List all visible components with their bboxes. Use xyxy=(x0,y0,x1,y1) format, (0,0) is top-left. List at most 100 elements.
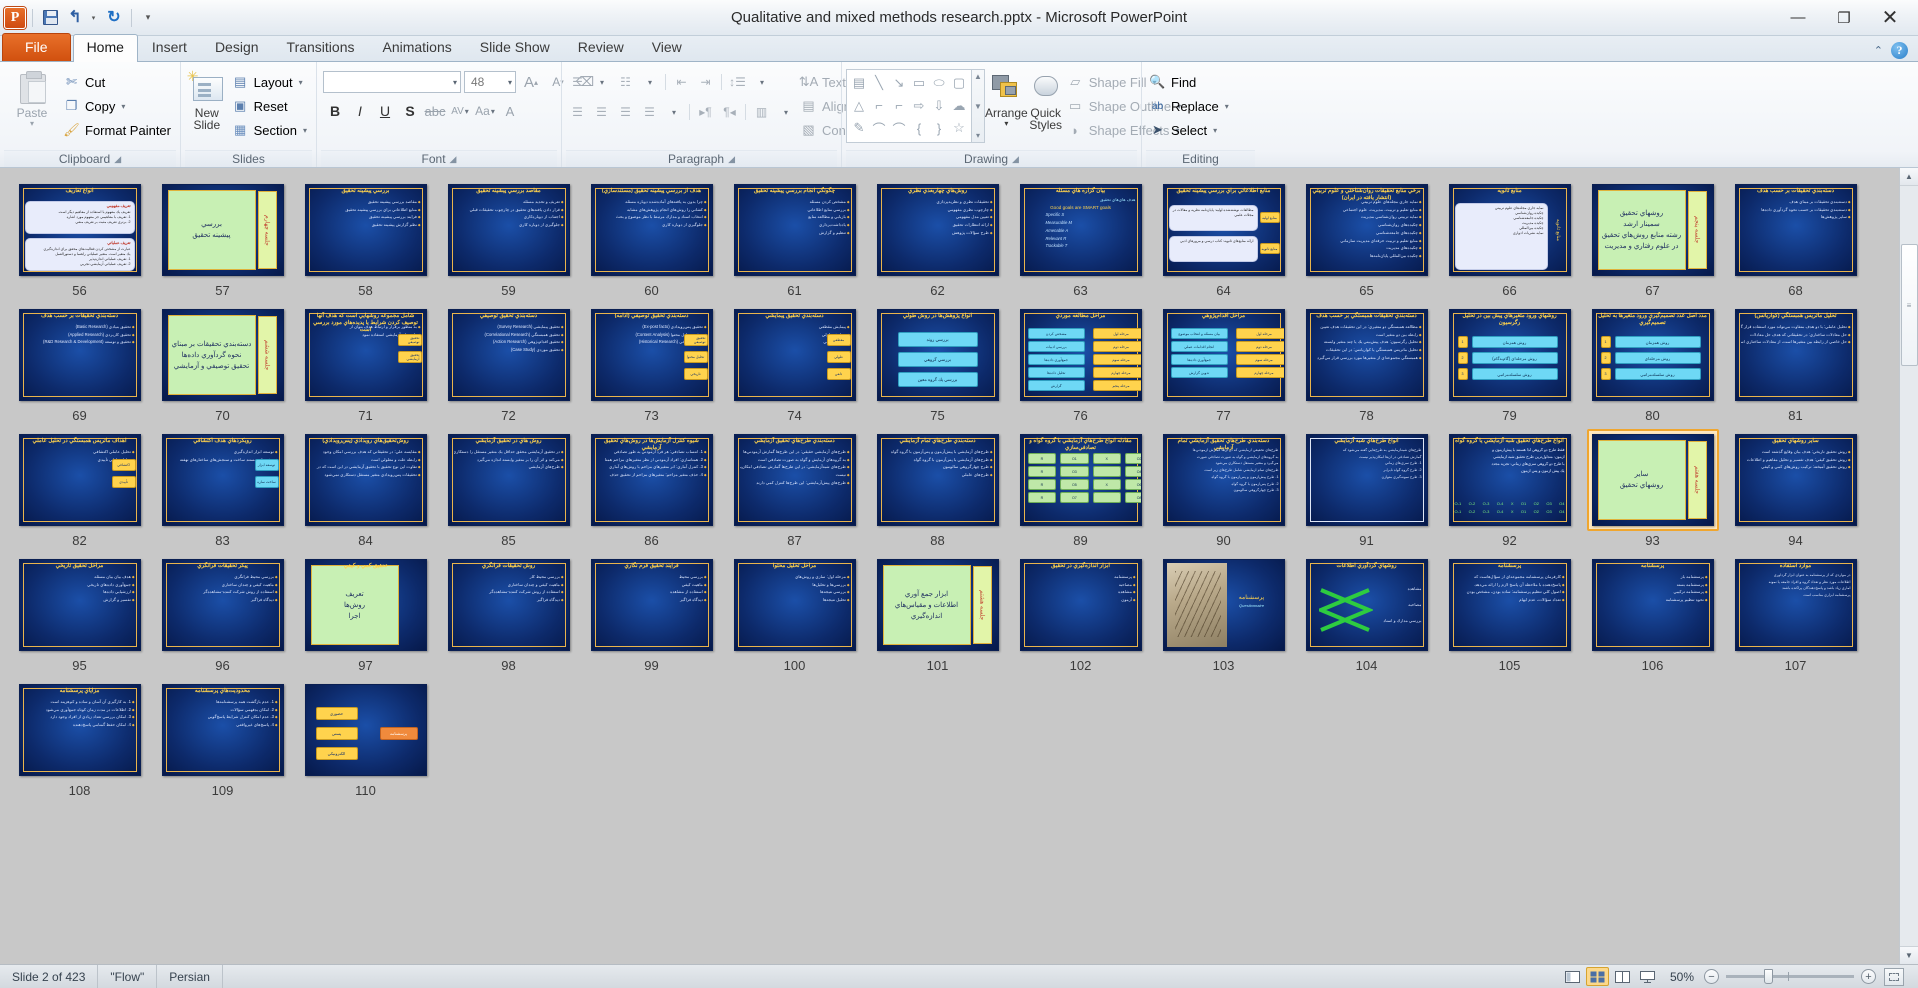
shape-line-icon[interactable]: ╲ xyxy=(869,72,889,94)
slide-thumbnail-frame[interactable]: مراحل تحليل محتوا مرحله اول: سازي و روش‌ه… xyxy=(729,554,861,656)
shadow-button[interactable]: S xyxy=(398,100,422,122)
slide-thumbnail[interactable]: مراحل اقدام‌پژوهي بيان مسئله و انتخاب موض… xyxy=(1162,309,1285,401)
slide-thumbnail-cell[interactable]: انواع پژوهش‌ها در روش طولي بررسي روند بررس… xyxy=(866,301,1009,426)
slide-thumbnail-frame[interactable]: مراحل اقدام‌پژوهي بيان مسئله و انتخاب موض… xyxy=(1158,304,1290,406)
arrange-button[interactable]: Arrange ▾ xyxy=(985,67,1028,130)
tab-animations[interactable]: Animations xyxy=(368,34,465,61)
copy-button[interactable]: ❐ Copy ▾ xyxy=(60,94,176,118)
slide-thumbnail-cell[interactable]: بررسي پيشينه تحقيق جلسه چهارم 57 xyxy=(151,176,294,301)
slide-thumbnail[interactable]: موارد استفاده در مواردي كه از پرسشنامه به… xyxy=(1734,559,1857,651)
shapes-gallery[interactable]: ▤ ╲ ↘ ▭ ⬭ ▢ △ ⌐ ⌐ ⇨ ⇩ ☁ ✎ ⌒ ⌒ { } ☆ xyxy=(846,69,972,143)
slide-thumbnail-cell[interactable]: دسته‌بندي طرح‌هاي تحقيق آزمايشي طرح‌هاي آ… xyxy=(723,426,866,551)
shape-cloud-icon[interactable]: ☁ xyxy=(949,95,969,117)
slide-thumbnail[interactable]: دسته‌بندي طرح‌هاي تمام آزمايشي طرح‌هاي آز… xyxy=(876,434,999,526)
slide-thumbnail-cell[interactable]: موارد استفاده در مواردي كه از پرسشنامه به… xyxy=(1724,551,1867,676)
slide-thumbnail-cell[interactable]: روشهاي ورود متغيرهاي پيش بين در تحليل رگ… xyxy=(1438,301,1581,426)
slide-thumbnail-frame[interactable]: منابع اطلاعاتي براي بررسي پيشينه تحقيق مط… xyxy=(1158,179,1290,281)
section-dropdown-icon[interactable]: ▾ xyxy=(303,126,307,135)
slide-thumbnail[interactable]: پرسشنامه پرسشنامه باز پرسشنامه بستهپرسشنام… xyxy=(1591,559,1714,651)
slide-thumbnail-frame[interactable]: ابزار جمع آوري اطلاعات و مقياس‌هاي اندازه‌… xyxy=(872,554,1004,656)
slide-thumbnail-frame[interactable]: شامل مجموعه روشهايي است كه هدف آنها توصي… xyxy=(300,304,432,406)
slide-thumbnail-cell[interactable]: فرايند تحقيق فرم نگاري بررسي محيط ماهيت كي… xyxy=(580,551,723,676)
slide-thumbnail-frame[interactable]: پرسشنامه Questionnaire xyxy=(1158,554,1290,656)
slide-thumbnail-cell[interactable]: روش‌تحقيق‌هاي رويدادي (پس‌رويدادي) مقايسه… xyxy=(294,426,437,551)
slide-thumbnail[interactable]: پرسشنامه Questionnaire xyxy=(1162,559,1285,651)
tab-home[interactable]: Home xyxy=(72,34,138,62)
tab-insert[interactable]: Insert xyxy=(138,34,201,61)
zoom-out-button[interactable]: − xyxy=(1704,969,1719,984)
slide-thumbnail-cell[interactable]: دسته‌بندي تحقيق توصيفي (ادامه) تحقيق پس‌ر… xyxy=(580,301,723,426)
slide-thumbnail[interactable]: چگونگي انجام بررسي پيشينه تحقيق مشخص كردن… xyxy=(733,184,856,276)
slide-thumbnail-cell[interactable]: پرسشنامه پرسشنامه باز پرسشنامه بستهپرسشنام… xyxy=(1581,551,1724,676)
format-painter-button[interactable]: 🖌 Format Painter xyxy=(60,118,176,142)
scroll-up-icon[interactable]: ▲ xyxy=(1899,168,1918,186)
cut-button[interactable]: ✄ Cut xyxy=(60,70,176,94)
slide-thumbnail-cell[interactable]: پرسشنامه كارفرمان پرسشنامه مجموعه‌اي از س… xyxy=(1438,551,1581,676)
slide-thumbnail-cell[interactable]: دسته‌بندي طرح‌هاي تحقيق آزمايشي تمام آزم… xyxy=(1152,426,1295,551)
slide-thumbnail-frame[interactable]: دسته‌بندي تحقيقات بر حسب هدف دسته‌بندي تح… xyxy=(1730,179,1862,281)
slide-thumbnail-cell[interactable]: روش‌هاي چهاربعدي نظري تحقيقات نظري و نظري… xyxy=(866,176,1009,301)
slide-thumbnail-cell[interactable]: ابزار جمع آوري اطلاعات و مقياس‌هاي اندازه‌… xyxy=(866,551,1009,676)
slide-thumbnail-cell[interactable]: محدوديت‌هاي پرسشنامه 1. عدم بازگشت همه پر… xyxy=(151,676,294,801)
slide-thumbnail[interactable]: منابع ثانويه نمايه جاري مجله‌هاي علوم ترب… xyxy=(1448,184,1571,276)
slide-thumbnail-frame[interactable]: فرايند تحقيق فرم نگاري بررسي محيط ماهيت كي… xyxy=(586,554,718,656)
zoom-in-button[interactable]: + xyxy=(1861,969,1876,984)
slide-thumbnail-frame[interactable]: ساير روشهاي تحقيق جلسه هفتم xyxy=(1586,429,1719,531)
slide-thumbnail[interactable]: مزاياي پرسشنامه 1. به كارگيري آن آسان و س… xyxy=(18,684,141,776)
slide-thumbnail-frame[interactable]: مقاصد بررسي پيشينه تحقيق تعريف و تحديد مس… xyxy=(443,179,575,281)
reading-view-button[interactable] xyxy=(1611,967,1634,986)
slide-thumbnail[interactable]: روشهاي گردآوري اطلاعات مشاهده مصاحبه بررسي… xyxy=(1305,559,1428,651)
slide-thumbnail-cell[interactable]: ساير روشهاي تحقيق جلسه هفتم 93 xyxy=(1581,426,1724,551)
slide-thumbnail[interactable]: روش‌هاي چهاربعدي نظري تحقيقات نظري و نظري… xyxy=(876,184,999,276)
increase-indent-icon[interactable]: ⇥ xyxy=(694,71,717,93)
slide-thumbnail-cell[interactable]: بيان گزاره هاي مسئله هدف هاي‌هاي تحقيق Goo… xyxy=(1009,176,1152,301)
slide-thumbnail-cell[interactable]: مقاصد بررسي پيشينه تحقيق تعريف و تحديد مس… xyxy=(437,176,580,301)
slide-thumbnail-frame[interactable]: بررسي پيشينه تحقيق جلسه چهارم xyxy=(157,179,289,281)
slide-thumbnail-cell[interactable]: دسته‌بندي تحقيقات بر حسب هدف دسته‌بندي تح… xyxy=(1724,176,1867,301)
slide-thumbnail[interactable]: دسته‌بندي تحقيقات بر حسب هدف تحقيق بنيادي… xyxy=(18,309,141,401)
shape-curve-icon[interactable]: ⌒ xyxy=(869,117,889,139)
slide-sorter-view-button[interactable] xyxy=(1585,967,1609,986)
slide-thumbnail[interactable]: انواع طرح‌هاي شبه آزمايشي طرح‌هاي شبه‌آزم… xyxy=(1305,434,1428,526)
slide-thumbnail[interactable]: بررسي پيشينه تحقيق جلسه چهارم xyxy=(161,184,284,276)
slide-thumbnail-cell[interactable]: پرسشنامه Questionnaire 103 xyxy=(1152,551,1295,676)
minimize-button[interactable]: — xyxy=(1776,4,1820,32)
slide-sorter-pane[interactable]: انواع تعاريف تعريف مفهومي تعريف يك مفهوم ب… xyxy=(0,168,1899,964)
select-button[interactable]: ➤ Select ▾ xyxy=(1146,118,1234,142)
zoom-percentage[interactable]: 50% xyxy=(1660,970,1704,984)
slide-thumbnail-cell[interactable]: روشهاي گردآوري اطلاعات مشاهده مصاحبه بررسي… xyxy=(1295,551,1438,676)
restore-button[interactable]: ❐ xyxy=(1822,4,1866,32)
clipboard-dialog-launcher[interactable]: ◢ xyxy=(114,154,121,165)
tab-design[interactable]: Design xyxy=(201,34,273,61)
slide-thumbnail[interactable]: دسته‌بندي طرح‌هاي تحقيق آزمايشي طرح‌هاي آ… xyxy=(733,434,856,526)
new-slide-button[interactable]: ✳ New Slide xyxy=(185,67,229,131)
italic-button[interactable]: I xyxy=(348,100,372,122)
slide-thumbnail-cell[interactable]: روش تحقيقات فرانگري بررسي محيط كار ماهيت ك… xyxy=(437,551,580,676)
slide-thumbnail-cell[interactable]: تحليل ماتريس همبستگي (كواريانس) تحليل عام… xyxy=(1724,301,1867,426)
slide-thumbnail-frame[interactable]: محدوديت‌هاي پرسشنامه 1. عدم بازگشت همه پر… xyxy=(157,679,289,781)
quick-styles-button[interactable]: Quick Styles xyxy=(1028,67,1064,131)
slide-thumbnail-frame[interactable]: مزاياي پرسشنامه 1. به كارگيري آن آسان و س… xyxy=(14,679,146,781)
slide-thumbnail[interactable]: اهداف ماتريس همبستگي در تحليل عاملي تحليل… xyxy=(18,434,141,526)
vertical-scrollbar[interactable]: ▲ ≡ ▼ xyxy=(1899,168,1918,964)
font-name-combo[interactable]: ▾ xyxy=(323,71,461,93)
slide-thumbnail[interactable]: دسته‌بندي تحقيق پيمايشيپيمايش مقطعيپيماي… xyxy=(733,309,856,401)
quick-access-toolbar[interactable]: P ↰ ▾ ↻ ▾ xyxy=(0,0,160,35)
decrease-indent-icon[interactable]: ⇤ xyxy=(670,71,693,93)
slide-thumbnail-frame[interactable]: ابزار اندازه‌گيري در تحقيق پرسشنامه مصاحبه… xyxy=(1015,554,1147,656)
slide-thumbnail-frame[interactable]: دسته‌بندي تحقيقات بر مبناي نحوه گردآوري … xyxy=(157,304,289,406)
shape-right-arrow-icon[interactable]: ⇨ xyxy=(909,95,929,117)
undo-icon[interactable]: ↰ xyxy=(64,7,86,29)
slide-thumbnail-frame[interactable]: پرسشنامه پرسشنامه باز پرسشنامه بستهپرسشنام… xyxy=(1587,554,1719,656)
shape-right-brace-icon[interactable]: } xyxy=(929,117,949,139)
font-size-combo[interactable]: 48 ▾ xyxy=(464,71,516,93)
slide-thumbnail-cell[interactable]: مراحل اقدام‌پژوهي بيان مسئله و انتخاب موض… xyxy=(1152,301,1295,426)
bullets-icon[interactable]: ☰ xyxy=(566,71,589,93)
slide-thumbnail[interactable]: حضوري پستي الكترونيكي پرسشنامه xyxy=(304,684,427,776)
slide-thumbnail[interactable]: روش هاي در تحقيق آزمايشي در تحقيق آزمايشي… xyxy=(447,434,570,526)
strikethrough-button[interactable]: abc xyxy=(423,100,447,122)
slide-thumbnail-cell[interactable]: دسته‌بندي طرح‌هاي تمام آزمايشي طرح‌هاي آز… xyxy=(866,426,1009,551)
tab-file[interactable]: File xyxy=(2,33,71,61)
slide-thumbnail-cell[interactable]: انواع طرح‌هاي شبه آزمايشي طرح‌هاي شبه‌آزم… xyxy=(1295,426,1438,551)
slide-thumbnail[interactable]: پرسشنامه كارفرمان پرسشنامه مجموعه‌اي از س… xyxy=(1448,559,1571,651)
